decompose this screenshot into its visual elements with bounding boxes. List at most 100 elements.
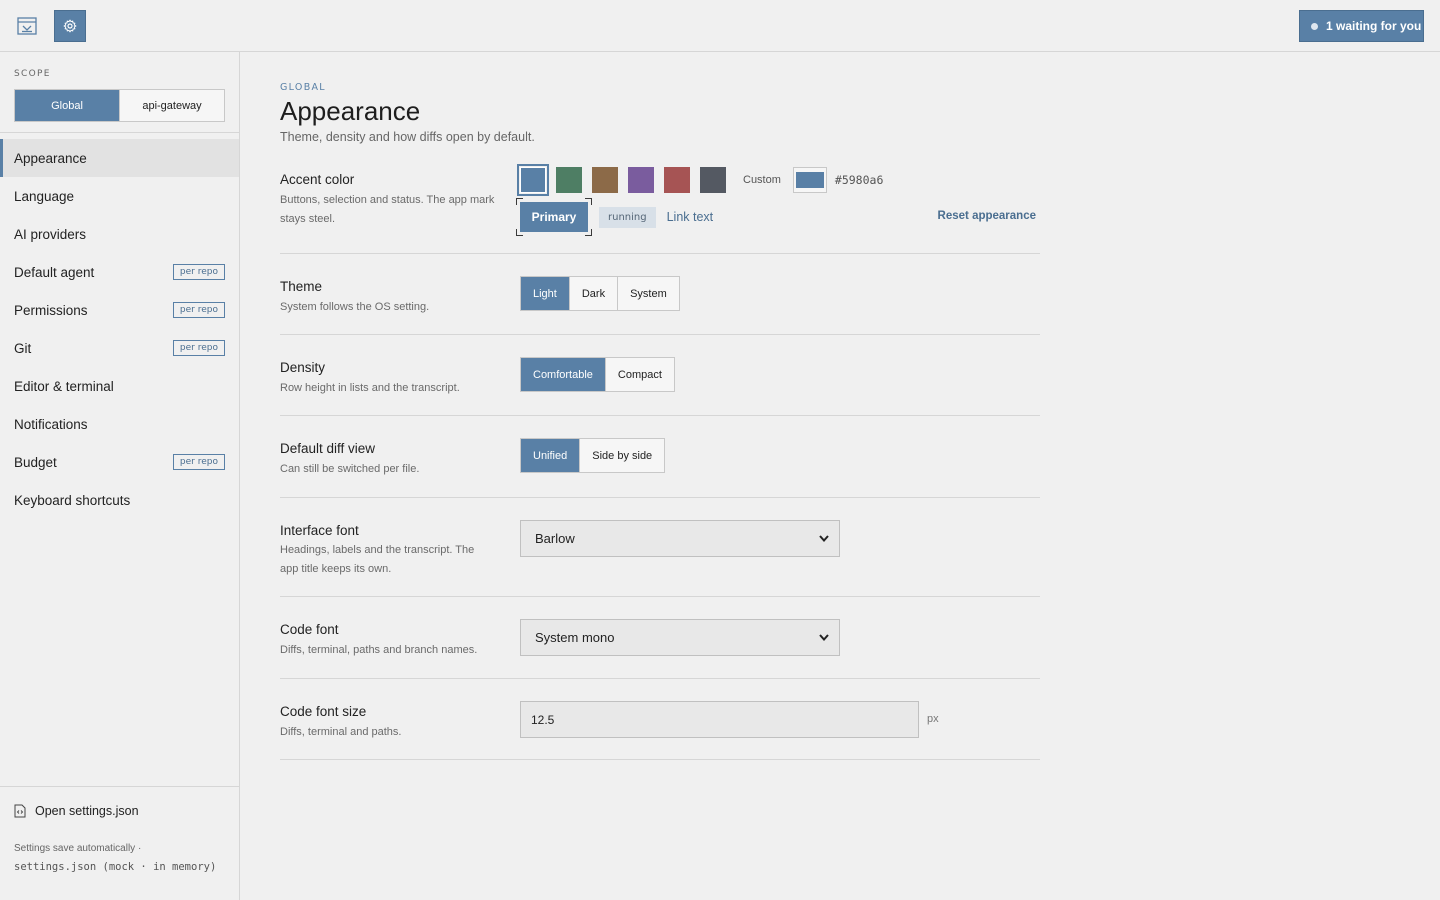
sidebar-item-label: Permissions — [14, 302, 88, 318]
sidebar-item-budget[interactable]: Budget per repo — [0, 443, 239, 481]
sidebar-item-label: Default agent — [14, 264, 95, 280]
interface-font-description: Headings, labels and the transcript. The… — [280, 544, 475, 575]
density-segmented-control: Comfortable Compact — [520, 357, 675, 392]
preview-primary-label: Primary — [531, 210, 577, 224]
swatch-green[interactable] — [556, 167, 582, 193]
sidebar-item-label: Git — [14, 340, 32, 356]
custom-color-picker[interactable] — [792, 167, 827, 193]
scope-api-gateway[interactable]: api-gateway — [119, 90, 224, 121]
scope-global[interactable]: Global — [15, 90, 119, 121]
sidebar-item-language[interactable]: Language — [0, 177, 239, 215]
swatch-brown[interactable] — [592, 167, 618, 193]
theme-label: Theme — [280, 279, 323, 294]
sidebar: SCOPE Global api-gateway Appearance Lang… — [0, 52, 240, 900]
code-font-size-label: Code font size — [280, 704, 367, 719]
code-font-row: Code font Diffs, terminal, paths and bra… — [280, 597, 1040, 679]
preview-primary-button[interactable]: Primary — [516, 198, 592, 236]
sidebar-item-editor-terminal[interactable]: Editor & terminal — [0, 367, 239, 405]
theme-description: System follows the OS setting. — [280, 301, 430, 313]
save-note-text: Settings save automatically · — [14, 843, 142, 854]
custom-label: Custom — [743, 174, 781, 186]
swatch-red[interactable] — [664, 167, 690, 193]
custom-color-preview — [795, 172, 824, 188]
swatch-purple[interactable] — [628, 167, 654, 193]
open-settings-json-link[interactable]: Open settings.json — [14, 804, 139, 818]
interface-font-select[interactable]: Barlow — [520, 520, 840, 557]
sidebar-item-permissions[interactable]: Permissions per repo — [0, 291, 239, 329]
gear-icon — [63, 19, 77, 33]
density-row: Density Row height in lists and the tran… — [280, 335, 1040, 416]
per-repo-badge: per repo — [172, 454, 225, 470]
diff-side-by-side-option[interactable]: Side by side — [579, 439, 665, 472]
per-repo-badge: per repo — [172, 340, 225, 356]
diff-view-label: Default diff view — [280, 441, 376, 456]
accent-color-label: Accent color — [280, 172, 355, 187]
divider — [0, 132, 239, 133]
page-subtitle: Theme, density and how diffs open by def… — [280, 130, 535, 144]
diff-view-description: Can still be switched per file. — [280, 463, 420, 475]
code-font-size-description: Diffs, terminal and paths. — [280, 726, 402, 738]
focus-corner — [585, 229, 592, 236]
waiting-button[interactable]: 1 waiting for you — [1299, 10, 1424, 42]
per-repo-badge: per repo — [172, 302, 225, 318]
preview-link-text[interactable]: Link text — [667, 210, 714, 224]
code-font-size-row: Code font size Diffs, terminal and paths… — [280, 679, 1040, 760]
theme-segmented-control: Light Dark System — [520, 276, 680, 311]
accent-color-row: Accent color Buttons, selection and stat… — [280, 164, 1040, 254]
sidebar-item-appearance[interactable]: Appearance — [0, 139, 239, 177]
swatch-slate[interactable] — [700, 167, 726, 193]
sidebar-item-notifications[interactable]: Notifications — [0, 405, 239, 443]
diff-view-segmented-control: Unified Side by side — [520, 438, 666, 473]
top-bar: 1 waiting for you — [0, 0, 1440, 52]
density-compact-option[interactable]: Compact — [604, 358, 674, 391]
sidebar-item-keyboard-shortcuts[interactable]: Keyboard shortcuts — [0, 481, 239, 519]
diff-unified-option[interactable]: Unified — [521, 439, 580, 472]
waiting-label: 1 waiting for you — [1326, 19, 1422, 33]
theme-system-option[interactable]: System — [617, 277, 679, 310]
focus-corner — [516, 198, 523, 205]
sidebar-item-default-agent[interactable]: Default agent per repo — [0, 253, 239, 291]
accent-color-description: Buttons, selection and status. The app m… — [280, 194, 495, 225]
code-font-size-input[interactable]: 12.5 — [520, 701, 919, 738]
sidebar-item-label: Appearance — [14, 150, 87, 166]
main-content: GLOBAL Appearance Theme, density and how… — [240, 52, 1440, 900]
interface-font-row: Interface font Headings, labels and the … — [280, 498, 1040, 597]
save-note: Settings save automatically · settings.j… — [14, 840, 224, 877]
scope-label: SCOPE — [14, 69, 51, 79]
density-description: Row height in lists and the transcript. — [280, 382, 460, 394]
code-font-size-unit: px — [927, 713, 939, 725]
settings-button[interactable] — [54, 10, 86, 42]
interface-font-value: Barlow — [535, 531, 575, 546]
code-font-description: Diffs, terminal, paths and branch names. — [280, 644, 478, 656]
custom-color-hex: #5980a6 — [834, 173, 884, 187]
theme-dark-option[interactable]: Dark — [568, 277, 618, 310]
interface-font-label: Interface font — [280, 523, 359, 538]
chevron-down-icon — [819, 535, 829, 542]
app-window-icon[interactable] — [11, 10, 43, 42]
chevron-down-icon — [819, 634, 829, 641]
theme-light-option[interactable]: Light — [521, 277, 569, 310]
accent-swatches: Custom #5980a6 — [517, 164, 884, 196]
swatch-steel[interactable] — [517, 164, 549, 196]
preview-running-tag: running — [599, 206, 656, 228]
sidebar-item-label: Notifications — [14, 416, 88, 432]
sidebar-item-label: AI providers — [14, 226, 87, 242]
sidebar-item-label: Budget — [14, 454, 57, 470]
settings-file-path: settings.json (mock · in memory) — [14, 861, 217, 873]
focus-corner — [585, 198, 592, 205]
focus-corner — [516, 229, 523, 236]
file-code-icon — [14, 804, 26, 818]
code-font-label: Code font — [280, 622, 339, 637]
diff-view-row: Default diff view Can still be switched … — [280, 416, 1040, 498]
sidebar-item-git[interactable]: Git per repo — [0, 329, 239, 367]
sidebar-item-ai-providers[interactable]: AI providers — [0, 215, 239, 253]
breadcrumb: GLOBAL — [280, 82, 326, 93]
sidebar-item-label: Editor & terminal — [14, 378, 114, 394]
reset-appearance-link[interactable]: Reset appearance — [938, 210, 1036, 222]
code-font-size-value: 12.5 — [531, 712, 555, 727]
theme-row: Theme System follows the OS setting. Lig… — [280, 254, 1040, 335]
sidebar-nav: Appearance Language AI providers Default… — [0, 139, 239, 519]
accent-preview: Primary running Link text — [516, 198, 714, 236]
density-comfortable-option[interactable]: Comfortable — [521, 358, 605, 391]
code-font-select[interactable]: System mono — [520, 619, 840, 656]
